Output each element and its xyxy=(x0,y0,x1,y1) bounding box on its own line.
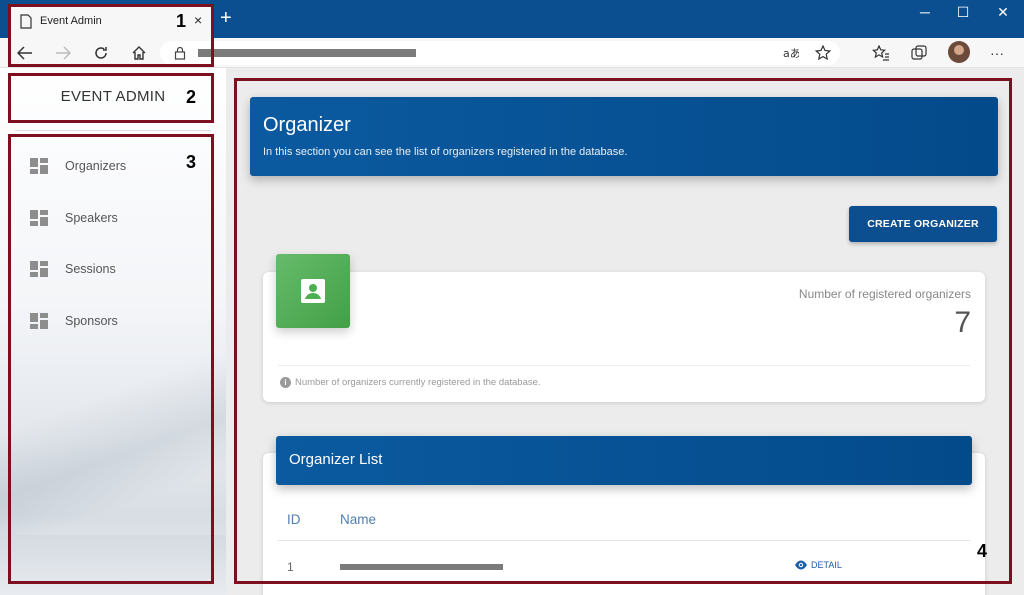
maximize-button[interactable]: ☐ xyxy=(948,4,978,22)
close-window-button[interactable]: ✕ xyxy=(988,4,1018,22)
new-tab-button[interactable]: + xyxy=(220,8,232,28)
favorite-add-icon[interactable] xyxy=(812,42,834,64)
minimize-button[interactable]: ─ xyxy=(910,4,940,22)
annotation-box-4 xyxy=(234,78,1012,584)
annotation-number-3: 3 xyxy=(186,152,197,172)
profile-avatar[interactable] xyxy=(948,41,970,63)
annotation-number-1: 1 xyxy=(176,11,187,31)
more-icon[interactable]: ··· xyxy=(986,42,1008,64)
favorites-icon[interactable] xyxy=(870,42,892,64)
read-aloud-icon[interactable]: aあ xyxy=(780,42,802,64)
address-bar[interactable] xyxy=(160,41,840,65)
brand-divider xyxy=(15,130,211,131)
annotation-number-4: 4 xyxy=(977,541,988,561)
svg-text:aあ: aあ xyxy=(783,47,799,60)
annotation-number-2: 2 xyxy=(186,87,197,107)
collections-icon[interactable] xyxy=(908,42,930,64)
annotation-box-2 xyxy=(8,73,214,123)
url-text-redacted xyxy=(198,49,416,57)
annotation-box-3 xyxy=(8,134,214,584)
